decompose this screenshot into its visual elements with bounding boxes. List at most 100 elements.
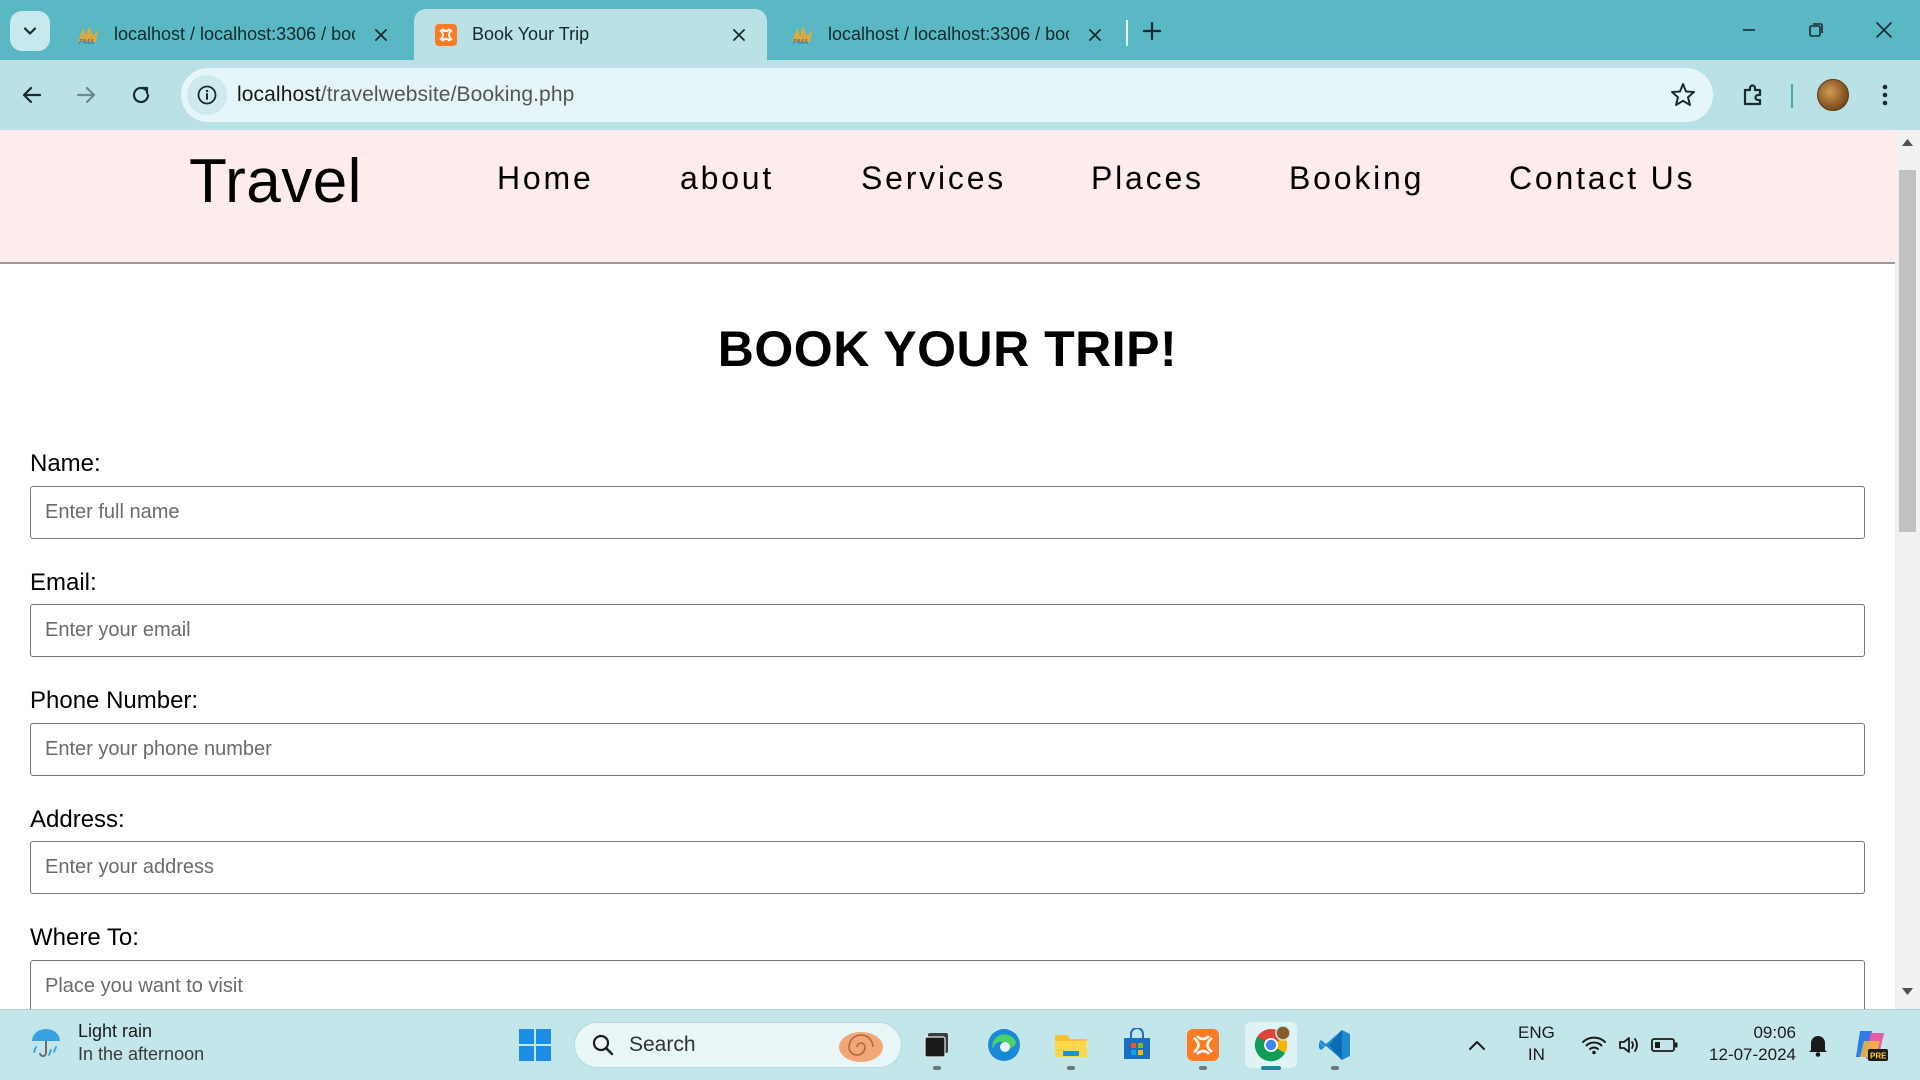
copilot-button[interactable]: PRE — [1848, 1022, 1894, 1068]
destination-label: Where To: — [30, 924, 139, 951]
tray-overflow-button[interactable] — [1457, 1022, 1497, 1068]
start-button[interactable] — [512, 1022, 558, 1068]
taskbar-app-file-explorer[interactable] — [1048, 1022, 1094, 1070]
quick-settings-button[interactable] — [1570, 1022, 1690, 1068]
taskbar-app-chrome[interactable] — [1245, 1022, 1297, 1070]
tab-search-button[interactable] — [10, 11, 50, 51]
notifications-button[interactable] — [1798, 1022, 1838, 1068]
search-icon — [592, 1034, 614, 1056]
scroll-up-icon[interactable] — [1902, 138, 1913, 146]
weather-subtitle: In the afternoon — [78, 1044, 205, 1064]
url-path: /travelwebsite/Booking.php — [320, 83, 575, 106]
reload-icon — [132, 86, 150, 104]
close-icon[interactable] — [369, 23, 393, 47]
weather-widget[interactable]: Light rain In the afternoon — [28, 1020, 204, 1066]
scrollbar-thumb[interactable] — [1899, 170, 1916, 532]
close-window-button[interactable] — [1864, 12, 1904, 48]
taskbar: Light rain In the afternoon Search ENG I… — [0, 1009, 1920, 1080]
taskbar-app-edge[interactable] — [981, 1022, 1027, 1068]
folder-icon — [1055, 1035, 1087, 1057]
taskbar-search[interactable]: Search — [574, 1022, 902, 1068]
browser-tab-active[interactable]: Book Your Trip — [414, 9, 767, 60]
arrow-right-icon — [76, 86, 96, 104]
chevron-up-icon — [1469, 1041, 1485, 1050]
svg-text:PRE: PRE — [1870, 1052, 1887, 1061]
svg-text:PMA: PMA — [793, 39, 809, 46]
nav-link-contact[interactable]: Contact Us — [1509, 160, 1695, 197]
info-icon — [197, 85, 217, 105]
forward-button[interactable] — [67, 76, 105, 114]
search-label: Search — [629, 1033, 696, 1056]
nav-link-places[interactable]: Places — [1091, 160, 1204, 197]
battery-icon — [1651, 1038, 1678, 1052]
tab-title: localhost / localhost:3306 / boo — [828, 24, 1069, 44]
email-input[interactable] — [30, 604, 1865, 657]
phone-label: Phone Number: — [30, 687, 199, 714]
address-label: Address: — [30, 806, 125, 833]
phpmyadmin-icon: PMA — [790, 23, 814, 47]
phpmyadmin-icon: PMA — [76, 23, 100, 47]
close-icon[interactable] — [1083, 23, 1107, 47]
browser-tab[interactable]: PMA localhost / localhost:3306 / boo — [56, 9, 409, 60]
browser-tabstrip: PMA localhost / localhost:3306 / boo Boo… — [0, 0, 1920, 60]
language-indicator[interactable]: ENG IN — [1518, 1022, 1555, 1066]
windows-logo-icon — [519, 1029, 551, 1061]
kebab-menu-icon — [1882, 84, 1888, 106]
site-info-button[interactable] — [187, 75, 227, 115]
reload-button[interactable] — [122, 76, 160, 114]
scroll-down-icon[interactable] — [1902, 988, 1913, 996]
address-input[interactable] — [30, 841, 1865, 894]
back-button[interactable] — [13, 76, 51, 114]
restore-button[interactable] — [1796, 12, 1836, 48]
page-title: BOOK YOUR TRIP! — [717, 321, 1178, 377]
clock-time: 09:06 — [1753, 1023, 1796, 1042]
copilot-icon: PRE — [1856, 1031, 1888, 1061]
browser-toolbar: localhost/travelwebsite/Booking.php — [0, 60, 1920, 130]
task-view-icon — [924, 1033, 948, 1058]
puzzle-icon — [1743, 84, 1762, 106]
clock-date: 12-07-2024 — [1709, 1045, 1796, 1064]
profile-avatar[interactable] — [1817, 79, 1849, 111]
close-icon[interactable] — [727, 23, 751, 47]
browser-tab[interactable]: PMA localhost / localhost:3306 / boo — [770, 9, 1123, 60]
bookmark-star-button[interactable] — [1669, 81, 1697, 109]
umbrella-rain-icon — [32, 1029, 60, 1057]
restore-icon — [1809, 23, 1823, 37]
nav-link-about[interactable]: about — [680, 160, 774, 197]
app-indicator — [1331, 1066, 1339, 1070]
close-icon — [1876, 22, 1892, 38]
url-text: localhost/travelwebsite/Booking.php — [237, 83, 574, 107]
taskbar-app-vscode[interactable] — [1312, 1022, 1358, 1070]
site-header: Travel Home about Services Places Bookin… — [0, 130, 1895, 264]
plus-icon — [1142, 21, 1162, 41]
star-icon — [1671, 83, 1695, 106]
system-clock[interactable]: 09:06 12-07-2024 — [1698, 1022, 1796, 1066]
address-bar[interactable]: localhost/travelwebsite/Booking.php — [181, 68, 1713, 122]
weather-title: Light rain — [78, 1021, 153, 1041]
store-icon — [1124, 1028, 1150, 1059]
language-bottom: IN — [1527, 1045, 1545, 1064]
browser-menu-button[interactable] — [1870, 76, 1900, 114]
nav-link-booking[interactable]: Booking — [1289, 160, 1424, 197]
destination-input[interactable] — [30, 960, 1865, 1009]
nav-link-services[interactable]: Services — [861, 160, 1006, 197]
name-input[interactable] — [30, 486, 1865, 539]
site-logo[interactable]: Travel — [189, 146, 362, 217]
email-label: Email: — [30, 569, 97, 596]
edge-icon — [988, 1029, 1020, 1061]
name-label: Name: — [30, 450, 101, 477]
toolbar-separator — [1791, 84, 1793, 108]
nav-link-home[interactable]: Home — [497, 160, 594, 197]
tab-separator — [1126, 20, 1128, 46]
taskbar-app-store[interactable] — [1114, 1022, 1160, 1068]
tab-title: localhost / localhost:3306 / boo — [114, 24, 355, 44]
new-tab-button[interactable] — [1135, 14, 1169, 48]
minimize-button[interactable] — [1729, 12, 1769, 48]
page-scrollbar[interactable] — [1895, 130, 1920, 1009]
app-indicator — [1199, 1066, 1207, 1070]
taskbar-app-taskview[interactable] — [914, 1022, 960, 1070]
taskbar-app-xampp[interactable] — [1180, 1022, 1226, 1070]
svg-text:PMA: PMA — [79, 39, 95, 46]
extensions-button[interactable] — [1734, 76, 1772, 114]
phone-input[interactable] — [30, 723, 1865, 776]
